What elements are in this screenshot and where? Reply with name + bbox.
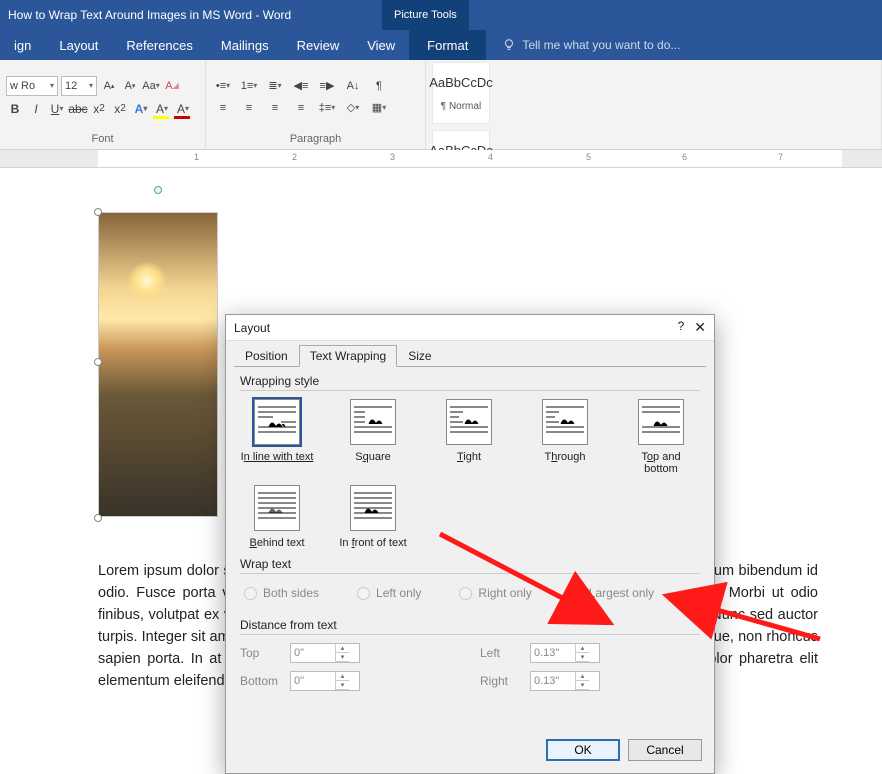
dialog-tab-text-wrapping[interactable]: Text Wrapping [299,345,397,367]
dialog-title: Layout [234,321,270,335]
show-marks-button[interactable]: ¶ [368,77,390,95]
tell-me-placeholder: Tell me what you want to do... [522,38,680,52]
wrap-option-inline[interactable]: In line with text [240,399,314,475]
tab-mailings[interactable]: Mailings [207,30,283,60]
dist-left-label: Left [480,646,530,660]
superscript-button[interactable]: x2 [111,100,129,118]
dialog-tab-size[interactable]: Size [397,345,442,367]
image-handle[interactable] [94,358,102,366]
decrease-indent-button[interactable]: ◀≡ [290,77,312,95]
radio-left-only[interactable]: Left only [357,586,421,600]
tab-review[interactable]: Review [283,30,354,60]
distance-group: Distance from text Top ▴▾ Left ▴▾ Bottom… [240,618,700,691]
subscript-button[interactable]: x2 [90,100,108,118]
inserted-image[interactable] [98,212,218,517]
style-normal[interactable]: AaBbCcDc¶ Normal [432,62,490,124]
lightbulb-icon [502,38,516,52]
align-center-button[interactable]: ≡ [238,99,260,117]
dist-bottom-input[interactable]: ▴▾ [290,671,360,691]
help-button[interactable]: ? [678,319,685,336]
image-handle[interactable] [94,208,102,216]
ok-button[interactable]: OK [546,739,620,761]
dist-bottom-label: Bottom [240,674,290,688]
dist-top-label: Top [240,646,290,660]
multilevel-button[interactable]: ≣▾ [264,77,286,95]
italic-button[interactable]: I [27,100,45,118]
wrapping-style-group: Wrapping style In line with text Square … [240,374,700,549]
contextual-tab-label: Picture Tools [382,0,469,30]
wrap-option-through[interactable]: Through [528,399,602,475]
change-case-button[interactable]: Aa▾ [142,77,160,95]
line-spacing-button[interactable]: ‡≡▾ [316,99,338,117]
image-rotate-handle[interactable] [154,186,162,194]
shrink-font-button[interactable]: A▾ [121,77,139,95]
wrap-option-behind[interactable]: Behind text [240,485,314,549]
group-font-label: Font [6,131,199,147]
image-handle[interactable] [94,514,102,522]
borders-button[interactable]: ▦▾ [368,99,390,117]
font-color-button[interactable]: A▾ [174,100,192,118]
document-area[interactable]: Lorem ipsum dolor sit amet, consectetur … [0,168,882,716]
font-size-combo[interactable]: 12▾ [61,76,97,96]
window-title: How to Wrap Text Around Images in MS Wor… [8,8,291,22]
bullets-button[interactable]: •≡▾ [212,77,234,95]
dist-left-input[interactable]: ▴▾ [530,643,600,663]
dialog-tabs: Position Text Wrapping Size [226,341,714,367]
font-name-combo[interactable]: w Ro▾ [6,76,58,96]
sort-button[interactable]: A↓ [342,77,364,95]
text-effects-button[interactable]: A▾ [132,100,150,118]
tab-layout[interactable]: Layout [45,30,112,60]
radio-right-only[interactable]: Right only [459,586,531,600]
horizontal-ruler[interactable]: 1 2 3 4 5 6 7 [0,150,882,168]
group-paragraph-label: Paragraph [212,131,419,147]
align-right-button[interactable]: ≡ [264,99,286,117]
bold-button[interactable]: B [6,100,24,118]
dist-top-input[interactable]: ▴▾ [290,643,360,663]
align-left-button[interactable]: ≡ [212,99,234,117]
dialog-titlebar[interactable]: Layout ? ✕ [226,315,714,341]
wrap-option-tight[interactable]: Tight [432,399,506,475]
radio-both-sides[interactable]: Both sides [244,586,319,600]
numbering-button[interactable]: 1≡▾ [238,77,260,95]
tab-view[interactable]: View [353,30,409,60]
shading-button[interactable]: ◇▾ [342,99,364,117]
tab-design[interactable]: ign [0,30,45,60]
dist-right-label: Right [480,674,530,688]
radio-largest-only[interactable]: Largest only [570,586,654,600]
titlebar: How to Wrap Text Around Images in MS Wor… [0,0,882,30]
ribbon-tabs: ign Layout References Mailings Review Vi… [0,30,882,60]
clear-formatting-button[interactable]: A◢ [163,77,181,95]
strikethrough-button[interactable]: abc [69,100,87,118]
cancel-button[interactable]: Cancel [628,739,702,761]
dialog-tab-position[interactable]: Position [234,345,299,367]
tell-me[interactable]: Tell me what you want to do... [486,38,680,52]
ribbon: w Ro▾ 12▾ A▴ A▾ Aa▾ A◢ B I U▾ abc x2 x2 … [0,60,882,150]
layout-dialog: Layout ? ✕ Position Text Wrapping Size W… [225,314,715,774]
wrap-option-square[interactable]: Square [336,399,410,475]
underline-button[interactable]: U▾ [48,100,66,118]
tab-format[interactable]: Format [409,30,486,60]
highlight-button[interactable]: A▾ [153,100,171,118]
tab-references[interactable]: References [112,30,206,60]
grow-font-button[interactable]: A▴ [100,77,118,95]
wrap-option-front[interactable]: In front of text [336,485,410,549]
dist-right-input[interactable]: ▴▾ [530,671,600,691]
wrap-text-group: Wrap text Both sides Left only Right onl… [240,557,700,610]
wrap-option-top-bottom[interactable]: Top and bottom [624,399,698,475]
close-button[interactable]: ✕ [694,319,706,336]
increase-indent-button[interactable]: ≡▶ [316,77,338,95]
justify-button[interactable]: ≡ [290,99,312,117]
